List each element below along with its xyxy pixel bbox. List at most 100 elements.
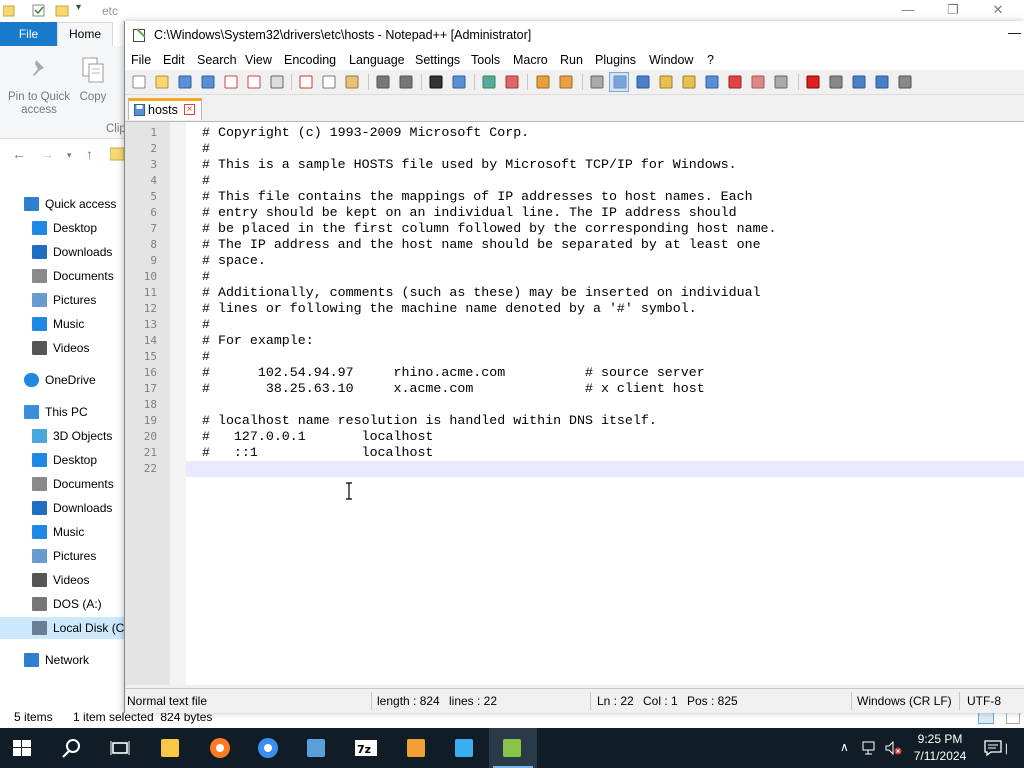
menu-encoding[interactable]: Encoding	[284, 53, 336, 67]
code-line[interactable]: # lines or following the machine name de…	[202, 301, 697, 316]
undo-icon[interactable]	[375, 74, 391, 90]
code-line[interactable]: #	[202, 269, 210, 284]
recent-locations-icon[interactable]: ▾	[67, 150, 72, 161]
close-button[interactable]: ✕	[983, 2, 1013, 20]
show-desktop-icon[interactable]: ▏	[1006, 744, 1013, 755]
paint-icon[interactable]	[404, 736, 428, 760]
redo-icon[interactable]	[398, 74, 414, 90]
menu-language[interactable]: Language	[349, 53, 405, 67]
save-all-icon[interactable]	[200, 74, 216, 90]
editor[interactable]: 1 # Copyright (c) 1993-2009 Microsoft Cor…	[125, 122, 1024, 685]
code-line[interactable]: # This file contains the mappings of IP …	[202, 189, 753, 204]
menu-tools[interactable]: Tools	[471, 53, 500, 67]
encoding[interactable]: UTF-8	[967, 694, 1001, 708]
up-arrow-icon[interactable]: ↑	[86, 146, 93, 162]
code-line[interactable]: # space.	[202, 253, 266, 268]
code-line[interactable]: # Copyright (c) 1993-2009 Microsoft Corp…	[202, 125, 529, 140]
menu-plugins[interactable]: Plugins	[595, 53, 636, 67]
record-macro-icon[interactable]	[805, 74, 821, 90]
print-icon[interactable]	[269, 74, 285, 90]
install-icon[interactable]	[452, 736, 476, 760]
menu-macro[interactable]: Macro	[513, 53, 548, 67]
code-line[interactable]: # This is a sample HOSTS file used by Mi…	[202, 157, 737, 172]
monitoring-icon[interactable]	[773, 74, 789, 90]
menu-window[interactable]: Window	[649, 53, 693, 67]
nav-item[interactable]: Pictures	[0, 545, 125, 567]
nav-item[interactable]: Downloads	[0, 241, 125, 263]
nav-item[interactable]: Music	[0, 313, 125, 335]
minimize-button[interactable]: —	[1008, 25, 1021, 40]
sync-vertical-icon[interactable]	[535, 74, 551, 90]
notifications-icon[interactable]	[984, 739, 1002, 757]
7zip-icon[interactable]: 7z	[354, 736, 378, 760]
menu-search[interactable]: Search	[197, 53, 237, 67]
nav-item[interactable]: Desktop	[0, 449, 125, 471]
nav-item[interactable]: This PC	[0, 401, 125, 423]
function-list-icon[interactable]	[704, 74, 720, 90]
eol-format[interactable]: Windows (CR LF)	[857, 694, 952, 708]
search-icon[interactable]	[60, 736, 84, 760]
clock[interactable]: 9:25 PM 7/11/2024	[906, 731, 974, 765]
nav-item[interactable]: Network	[0, 649, 125, 671]
nav-item[interactable]: Documents	[0, 265, 125, 287]
close-tab-icon[interactable]: ×	[184, 104, 195, 115]
code-line[interactable]: # The IP address and the host name shoul…	[202, 237, 761, 252]
code-line[interactable]: # entry should be kept on an individual …	[202, 205, 737, 220]
properties-icon[interactable]	[32, 4, 46, 17]
doc-map-icon[interactable]	[681, 74, 697, 90]
code-line[interactable]: # For example:	[202, 333, 314, 348]
zoom-in-icon[interactable]	[481, 74, 497, 90]
find-icon[interactable]	[428, 74, 444, 90]
ribbon-tab-home[interactable]: Home	[57, 22, 113, 46]
nav-item[interactable]: 3D Objects	[0, 425, 125, 447]
menu-settings[interactable]: Settings	[415, 53, 460, 67]
open-file-icon[interactable]	[154, 74, 170, 90]
code-line[interactable]: # be placed in the first column followed…	[202, 221, 777, 236]
doc-list-icon[interactable]	[750, 74, 766, 90]
cut-icon[interactable]	[298, 74, 314, 90]
maximize-button[interactable]: ❐	[938, 2, 968, 20]
udl-icon[interactable]	[658, 74, 674, 90]
nav-item[interactable]: Local Disk (C:)	[0, 617, 125, 639]
zoom-out-icon[interactable]	[504, 74, 520, 90]
play-macro-icon[interactable]	[851, 74, 867, 90]
close-all-icon[interactable]	[246, 74, 262, 90]
show-hidden-icons-icon[interactable]: ∧	[840, 740, 849, 754]
code-line[interactable]: #	[202, 173, 210, 188]
code-line[interactable]: #	[202, 349, 210, 364]
ribbon-tab-file[interactable]: File	[0, 22, 57, 46]
menu-file[interactable]: File	[131, 53, 151, 67]
menu-help[interactable]: ?	[707, 53, 714, 67]
nav-item[interactable]: Videos	[0, 337, 125, 359]
stop-macro-icon[interactable]	[828, 74, 844, 90]
nav-item[interactable]: Videos	[0, 569, 125, 591]
minimize-button[interactable]: —	[893, 2, 923, 20]
nav-item[interactable]: Documents	[0, 473, 125, 495]
new-file-icon[interactable]	[131, 74, 147, 90]
run-macro-multiple-icon[interactable]	[874, 74, 890, 90]
indent-guide-icon[interactable]	[635, 74, 651, 90]
folder-workspace-icon[interactable]	[727, 74, 743, 90]
volume-muted-icon[interactable]	[885, 741, 903, 755]
replace-icon[interactable]	[451, 74, 467, 90]
code-line[interactable]: # 127.0.0.1 localhost	[202, 429, 433, 444]
network-status-icon[interactable]	[862, 741, 878, 755]
chrome-icon[interactable]	[256, 736, 280, 760]
quick-access-dropdown-icon[interactable]: ▾	[76, 2, 81, 13]
nav-item[interactable]: Downloads	[0, 497, 125, 519]
forward-arrow-icon[interactable]: →	[40, 146, 54, 162]
menu-run[interactable]: Run	[560, 53, 583, 67]
copy-icon[interactable]	[321, 74, 337, 90]
virtualbox-icon[interactable]	[304, 736, 328, 760]
code-line[interactable]: # localhost name resolution is handled w…	[202, 413, 657, 428]
code-line[interactable]: # ::1 localhost	[202, 445, 433, 460]
tab-hosts[interactable]: hosts ×	[128, 98, 202, 120]
menu-edit[interactable]: Edit	[163, 53, 185, 67]
nav-item[interactable]: OneDrive	[0, 369, 125, 391]
word-wrap-icon[interactable]	[589, 74, 605, 90]
menu-view[interactable]: View	[245, 53, 272, 67]
firefox-icon[interactable]	[208, 736, 232, 760]
paste-icon[interactable]	[344, 74, 360, 90]
nav-item[interactable]: Quick access	[0, 193, 125, 215]
new-folder-icon[interactable]	[55, 4, 69, 17]
